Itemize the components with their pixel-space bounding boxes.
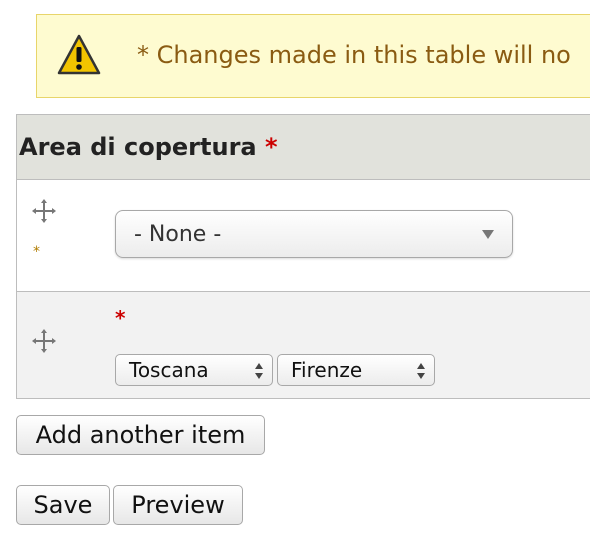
row-required-marker: * (33, 244, 40, 260)
city-select[interactable]: Firenze (277, 354, 435, 386)
table-header: Area di copertura * (17, 115, 590, 180)
field-table: Area di copertura * * - None - * Toscana… (16, 114, 590, 399)
drag-handle-icon[interactable] (31, 328, 57, 354)
warning-text: * Changes made in this table will no (137, 41, 571, 69)
preview-button[interactable]: Preview (113, 485, 243, 525)
coverage-area-select[interactable]: - None - (115, 210, 513, 258)
table-row: * Toscana Firenze (17, 292, 590, 399)
region-select[interactable]: Toscana (115, 354, 273, 386)
warning-message-box: * Changes made in this table will no (36, 14, 590, 98)
region-select-value: Toscana (129, 358, 209, 382)
required-marker: * (264, 133, 278, 161)
field-label-text: Area di copertura (19, 133, 257, 161)
warning-icon (57, 34, 101, 75)
drag-handle-icon[interactable] (31, 198, 57, 224)
city-select-value: Firenze (291, 358, 363, 382)
table-row: * - None - (17, 180, 590, 292)
coverage-area-select-value: - None - (134, 222, 222, 247)
field-label: Area di copertura * (19, 133, 278, 161)
up-down-arrows-icon (254, 363, 264, 379)
row-required-marker: * (115, 306, 126, 330)
up-down-arrows-icon (416, 363, 426, 379)
save-button[interactable]: Save (16, 485, 110, 525)
chevron-down-icon (482, 230, 494, 239)
add-another-item-button[interactable]: Add another item (16, 415, 265, 455)
